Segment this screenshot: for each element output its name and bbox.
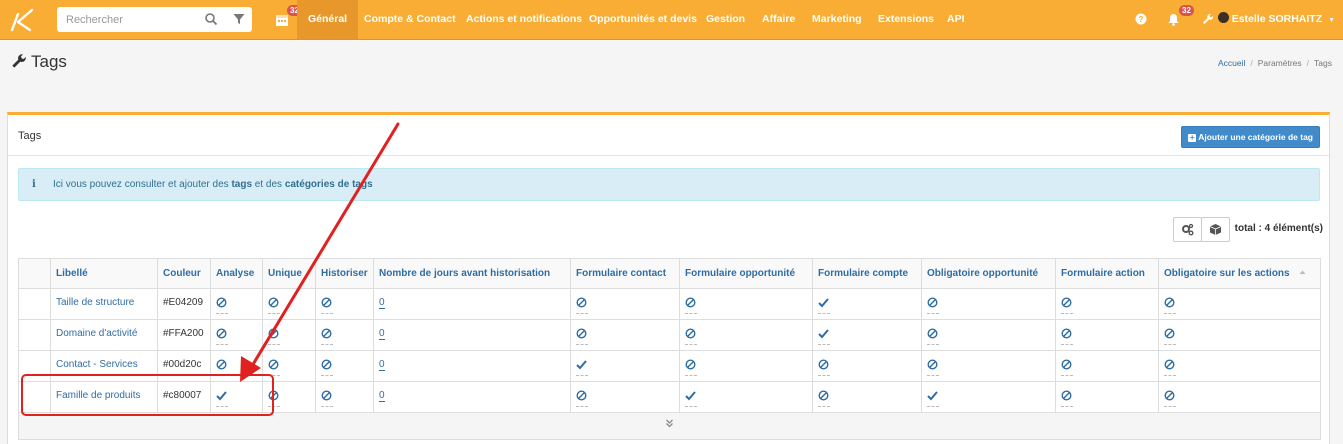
annotation-arrow — [240, 122, 400, 382]
